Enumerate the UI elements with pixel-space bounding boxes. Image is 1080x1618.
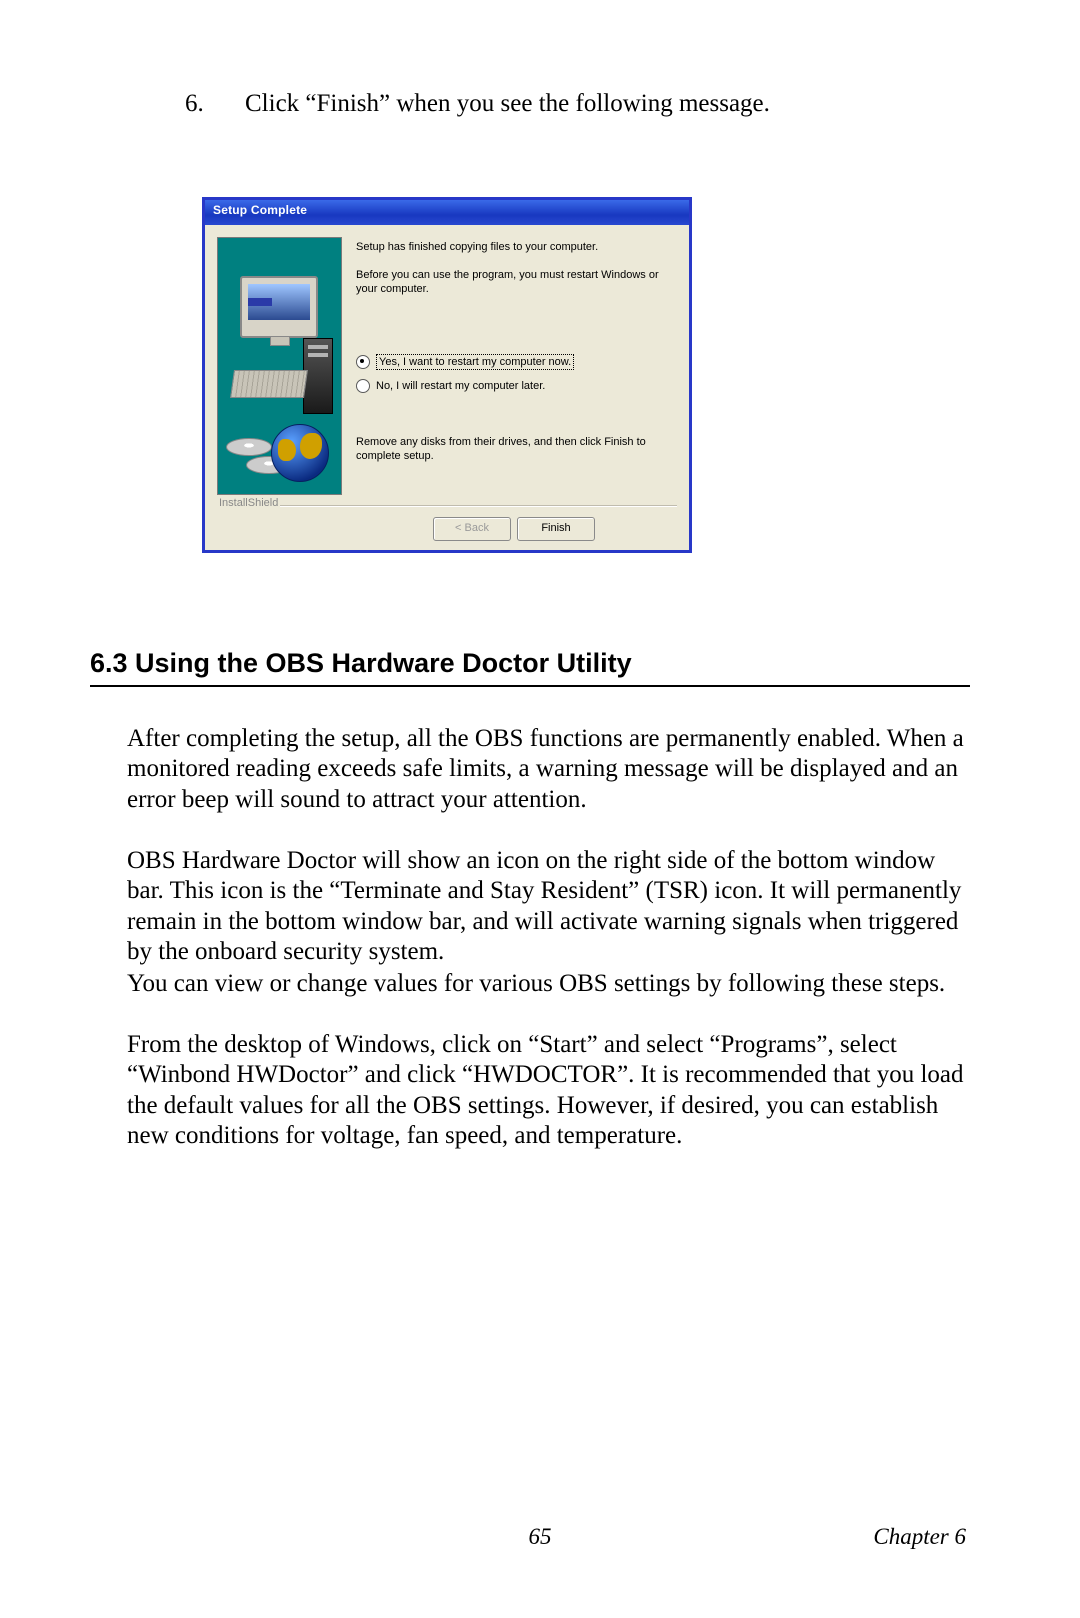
radio-icon <box>356 379 370 393</box>
paragraph: OBS Hardware Doctor will show an icon on… <box>127 846 970 967</box>
radio-icon <box>356 355 370 369</box>
restart-radio-group: Yes, I want to restart my computer now. … <box>356 352 677 396</box>
dialog-body: Setup has finished copying files to your… <box>205 225 689 503</box>
finish-button[interactable]: Finish <box>517 517 595 541</box>
dialog-line-3: Remove any disks from their drives, and … <box>356 436 677 464</box>
divider <box>217 505 677 507</box>
radio-label: No, I will restart my computer later. <box>376 380 545 392</box>
document-page: 6. Click “Finish” when you see the follo… <box>0 0 1080 1618</box>
dialog-line-1: Setup has finished copying files to your… <box>356 241 671 255</box>
installer-art-icon <box>217 237 342 495</box>
dialog-line-2: Before you can use the program, you must… <box>356 269 671 297</box>
step-6: 6. Click “Finish” when you see the follo… <box>185 90 960 118</box>
dialog-titlebar: Setup Complete <box>205 200 689 225</box>
chapter-label: Chapter 6 <box>873 1524 966 1550</box>
step-number: 6. <box>185 90 245 118</box>
section-heading-6-3: 6.3 Using the OBS Hardware Doctor Utilit… <box>90 648 970 687</box>
installshield-label: InstallShield <box>217 497 280 509</box>
paragraph: After completing the setup, all the OBS … <box>127 724 970 815</box>
paragraph: From the desktop of Windows, click on “S… <box>127 1030 970 1151</box>
radio-label: Yes, I want to restart my computer now. <box>376 354 574 370</box>
paragraph: You can view or change values for variou… <box>127 969 970 999</box>
step-text: Click “Finish” when you see the followin… <box>245 90 960 118</box>
dialog-text-area: Setup has finished copying files to your… <box>356 237 677 497</box>
dialog-footer: InstallShield < Back Finish <box>205 503 689 547</box>
back-button: < Back <box>433 517 511 541</box>
radio-restart-now[interactable]: Yes, I want to restart my computer now. <box>356 352 677 372</box>
radio-restart-later[interactable]: No, I will restart my computer later. <box>356 376 677 396</box>
setup-complete-dialog: Setup Complete Setup has finished copyin… <box>202 197 692 553</box>
